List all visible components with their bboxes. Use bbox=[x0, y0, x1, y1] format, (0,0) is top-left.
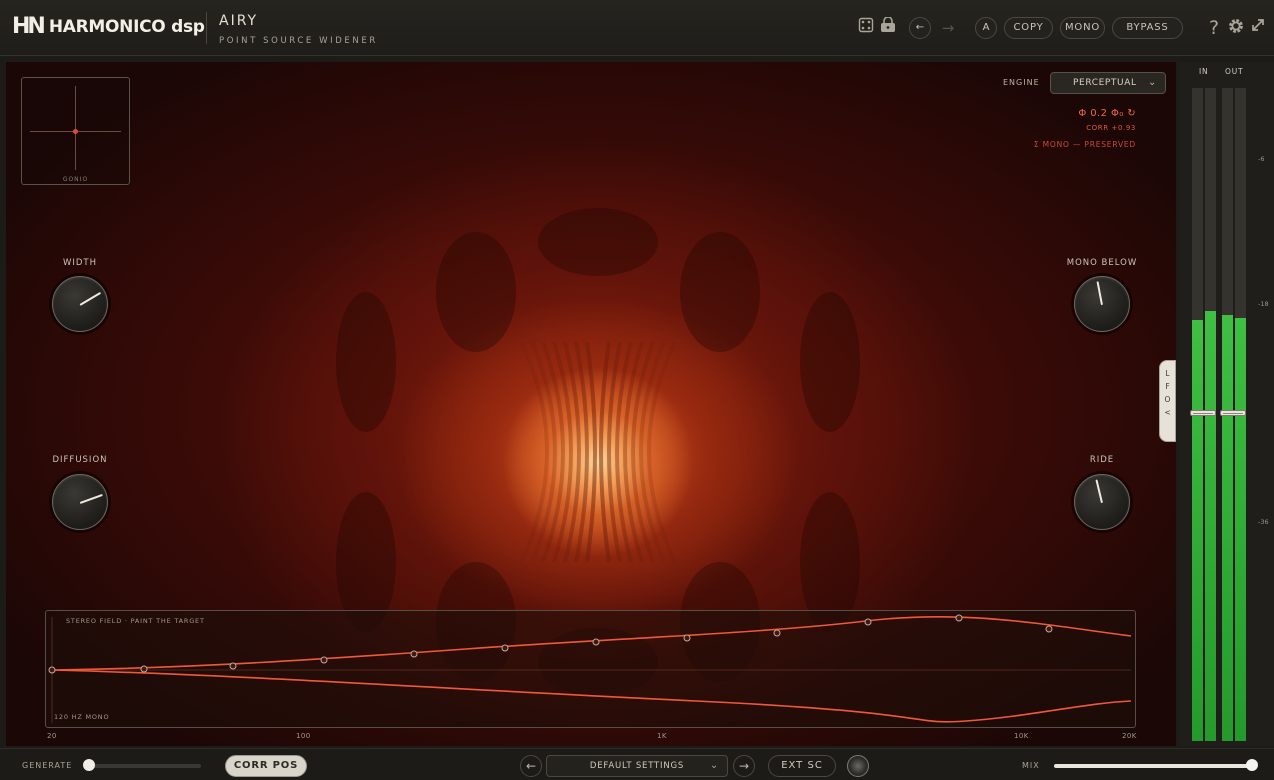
mix-slider-handle[interactable] bbox=[1246, 759, 1258, 771]
input-gain-fader[interactable] bbox=[1190, 410, 1216, 416]
field-control-point[interactable] bbox=[592, 638, 600, 646]
goniometer: GONIO bbox=[21, 77, 130, 185]
freq-label-1k: 1K bbox=[657, 732, 667, 740]
freq-label-10k: 10K bbox=[1014, 732, 1029, 740]
mono-status: Σ MONO — PRESERVED bbox=[1033, 140, 1136, 149]
lfo-tab-arrow: < bbox=[1164, 408, 1171, 417]
undo-icon[interactable]: ← bbox=[909, 17, 931, 39]
width-label: WIDTH bbox=[62, 258, 98, 268]
out-meter-right-fill bbox=[1235, 317, 1246, 741]
lfo-tab-f: F bbox=[1165, 382, 1170, 391]
brand-logo: HN HARMONICO dsp bbox=[12, 14, 205, 39]
engine-value: PERCEPTUAL bbox=[1073, 78, 1137, 88]
stereo-field-title: STEREO FIELD · PAINT THE TARGET bbox=[66, 617, 205, 625]
in-meter-label: IN bbox=[1199, 67, 1209, 76]
meter-scale-18: -18 bbox=[1258, 300, 1269, 308]
chevron-down-icon: ⌄ bbox=[709, 760, 719, 771]
gear-icon[interactable] bbox=[1225, 17, 1247, 39]
corr-pos-button[interactable]: CORR POS bbox=[225, 755, 307, 777]
chevron-down-icon: ⌄ bbox=[1148, 77, 1157, 88]
gonio-v-axis bbox=[75, 86, 76, 170]
field-control-point[interactable] bbox=[501, 644, 509, 652]
lfo-tab-l: L bbox=[1165, 369, 1170, 378]
mono-below-knob[interactable] bbox=[1074, 276, 1130, 332]
generate-slider[interactable] bbox=[86, 764, 201, 768]
field-control-point[interactable] bbox=[48, 666, 56, 674]
field-control-point[interactable] bbox=[410, 650, 418, 658]
preset-name: DEFAULT SETTINGS bbox=[589, 761, 685, 771]
next-preset-button[interactable]: → bbox=[733, 755, 755, 777]
stereo-field-editor[interactable]: STEREO FIELD · PAINT THE TARGET 120 HZ M… bbox=[45, 610, 1136, 728]
mono-below-label: MONO BELOW bbox=[1066, 258, 1138, 268]
pattern-node bbox=[538, 208, 658, 276]
field-lower-curve[interactable] bbox=[51, 669, 1132, 723]
field-control-point[interactable] bbox=[229, 662, 237, 670]
plugin-subtitle: POINT SOURCE WIDENER bbox=[219, 36, 378, 46]
ride-knob[interactable] bbox=[1074, 474, 1130, 530]
generate-slider-handle[interactable] bbox=[83, 759, 95, 771]
freq-label-20: 20 bbox=[47, 732, 57, 740]
in-meter-left-fill bbox=[1192, 319, 1203, 741]
dice-icon[interactable] bbox=[855, 17, 877, 39]
field-control-point[interactable] bbox=[683, 634, 691, 642]
meter-scale-6: -6 bbox=[1258, 155, 1265, 163]
freq-label-100: 100 bbox=[296, 732, 311, 740]
mix-slider[interactable] bbox=[1054, 764, 1254, 768]
sidechain-knob[interactable] bbox=[847, 755, 869, 777]
level-meters: IN OUT -6 -18 -36 bbox=[1178, 62, 1274, 746]
resize-icon[interactable] bbox=[1247, 17, 1269, 39]
logo-mark: HN bbox=[12, 14, 46, 39]
gonio-dot bbox=[73, 129, 78, 134]
pattern-node bbox=[436, 232, 516, 352]
out-meter-label: OUT bbox=[1225, 67, 1244, 76]
pattern-node bbox=[800, 292, 860, 432]
header-bar: HN HARMONICO dsp AIRY POINT SOURCE WIDEN… bbox=[0, 0, 1274, 56]
field-control-point[interactable] bbox=[140, 665, 148, 673]
generate-label: GENERATE bbox=[22, 761, 73, 770]
diffusion-label: DIFFUSION bbox=[52, 455, 108, 465]
lfo-drawer-tab[interactable]: L F O < bbox=[1159, 360, 1176, 442]
field-control-point[interactable] bbox=[955, 614, 963, 622]
correlation-readout: CORR +0.93 bbox=[1086, 124, 1136, 132]
bypass-button[interactable]: BYPASS bbox=[1112, 17, 1183, 39]
redo-icon[interactable]: → bbox=[937, 17, 959, 39]
preset-lock-icon[interactable] bbox=[877, 16, 899, 39]
mono-button[interactable]: MONO bbox=[1060, 17, 1105, 39]
pattern-node bbox=[336, 292, 396, 432]
ride-label: RIDE bbox=[1089, 455, 1115, 465]
header-divider bbox=[206, 12, 207, 44]
engine-label: ENGINE bbox=[1003, 78, 1040, 87]
field-control-point[interactable] bbox=[773, 629, 781, 637]
field-upper-curve[interactable] bbox=[51, 615, 1132, 671]
freq-label-20k: 20K bbox=[1122, 732, 1137, 740]
stereo-field-mono-note: 120 HZ MONO bbox=[54, 713, 110, 721]
width-knob[interactable] bbox=[52, 276, 108, 332]
field-visualizer: GONIO WIDTH DIFFUSION MONO BELOW RIDE EN… bbox=[6, 62, 1176, 746]
gonio-label: GONIO bbox=[62, 176, 89, 183]
phase-readout: Φ 0.2 Φ₀ ↻ bbox=[1078, 108, 1136, 119]
out-meter-left-fill bbox=[1222, 314, 1233, 741]
engine-select[interactable]: PERCEPTUAL ⌄ bbox=[1050, 72, 1166, 94]
field-control-point[interactable] bbox=[1045, 625, 1053, 633]
plugin-name: AIRY bbox=[219, 13, 259, 29]
output-gain-fader[interactable] bbox=[1220, 410, 1246, 416]
meter-scale-36: -36 bbox=[1258, 518, 1269, 526]
stereo-field-curves[interactable] bbox=[46, 611, 1137, 729]
field-control-point[interactable] bbox=[320, 656, 328, 664]
lfo-tab-o: O bbox=[1164, 395, 1171, 404]
prev-preset-button[interactable]: ← bbox=[520, 755, 542, 777]
diffusion-knob[interactable] bbox=[52, 474, 108, 530]
preset-selector[interactable]: DEFAULT SETTINGS ⌄ bbox=[546, 755, 728, 777]
footer-bar: GENERATE CORR POS ← DEFAULT SETTINGS ⌄ →… bbox=[0, 748, 1274, 780]
mix-label: MIX bbox=[1022, 761, 1040, 770]
help-icon[interactable]: ? bbox=[1203, 17, 1225, 39]
field-control-point[interactable] bbox=[864, 618, 872, 626]
in-meter-right-fill bbox=[1205, 310, 1216, 741]
ab-compare-button[interactable]: A bbox=[975, 17, 997, 39]
brand-name: HARMONICO dsp bbox=[48, 16, 205, 37]
ext-sidechain-button[interactable]: EXT SC bbox=[768, 755, 836, 777]
copy-button[interactable]: COPY bbox=[1004, 17, 1053, 39]
pattern-node bbox=[680, 232, 760, 352]
